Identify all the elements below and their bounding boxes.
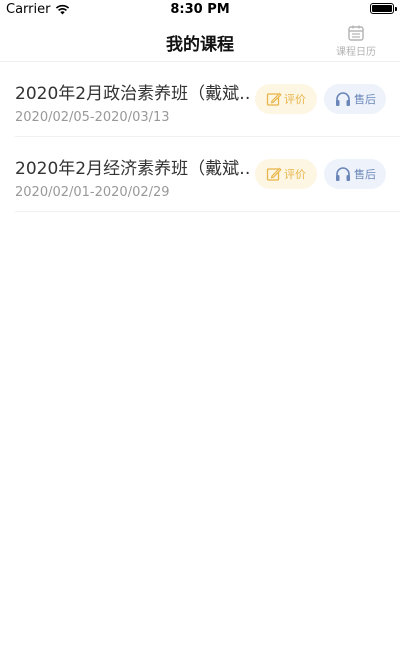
battery-icon — [370, 3, 397, 14]
after-sales-label: 售后 — [354, 168, 376, 181]
after-sales-label: 售后 — [354, 93, 376, 106]
status-time: 8:30 PM — [170, 2, 230, 17]
course-calendar-button[interactable]: 课程日历 — [334, 24, 378, 60]
review-button[interactable]: 评价 — [255, 159, 317, 189]
course-title: 2020年2月政治素养班（戴斌… — [15, 84, 250, 104]
headphones-icon — [336, 167, 350, 181]
headphones-icon — [336, 92, 350, 106]
calendar-label: 课程日历 — [336, 47, 376, 58]
edit-icon — [266, 167, 282, 181]
review-label: 评价 — [284, 168, 306, 181]
after-sales-button[interactable]: 售后 — [324, 159, 386, 189]
edit-icon — [266, 92, 282, 106]
battery-indicator — [370, 3, 397, 14]
course-item[interactable]: 2020年2月政治素养班（戴斌… 2020/02/05-2020/03/13 评… — [15, 62, 400, 137]
course-date-range: 2020/02/05-2020/03/13 — [15, 110, 170, 125]
course-title: 2020年2月经济素养班（戴斌… — [15, 159, 250, 179]
after-sales-button[interactable]: 售后 — [324, 84, 386, 114]
course-date-range: 2020/02/01-2020/02/29 — [15, 185, 170, 200]
navigation-bar: 我的课程 课程日历 — [0, 20, 400, 62]
calendar-icon — [348, 25, 364, 41]
course-item[interactable]: 2020年2月经济素养班（戴斌… 2020/02/01-2020/02/29 评… — [15, 137, 400, 212]
status-bar: Carrier 8:30 PM — [0, 0, 400, 20]
course-list: 2020年2月政治素养班（戴斌… 2020/02/05-2020/03/13 评… — [0, 62, 400, 212]
review-label: 评价 — [284, 93, 306, 106]
review-button[interactable]: 评价 — [255, 84, 317, 114]
